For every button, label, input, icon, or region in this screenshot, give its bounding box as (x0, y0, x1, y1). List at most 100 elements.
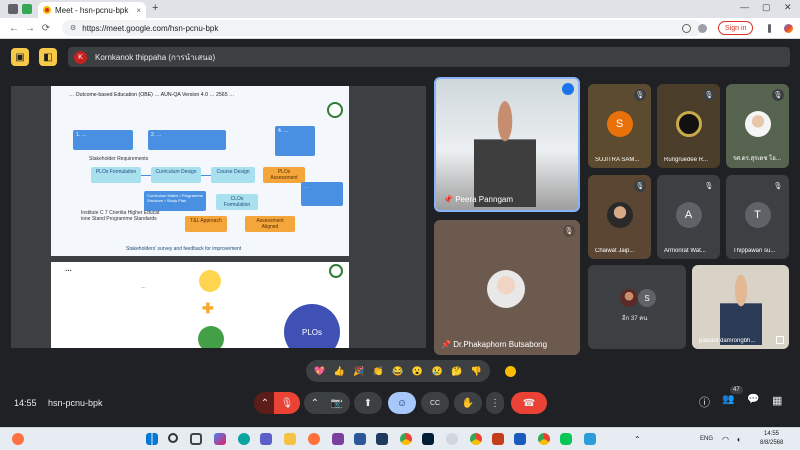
copilot-icon[interactable] (214, 433, 226, 445)
participant-tile[interactable]: pawarit damrongbh... (692, 265, 789, 349)
reaction-party-icon[interactable]: 🎉 (353, 366, 364, 377)
task-view-icon[interactable] (190, 433, 202, 445)
captions-button[interactable]: CC (421, 392, 449, 414)
reaction-laugh-icon[interactable]: 😂 (392, 366, 403, 377)
clock-date[interactable]: 8/8/2568 (760, 440, 783, 446)
app-icon[interactable] (584, 433, 596, 445)
reaction-surprised-icon[interactable]: 😮 (412, 366, 423, 377)
back-button[interactable]: ← (6, 23, 22, 34)
reaction-sad-icon[interactable]: 😢 (431, 366, 442, 377)
chevron-up-icon: ⌃ (310, 397, 320, 409)
participant-avatar: A (675, 202, 702, 228)
photoshop-icon[interactable] (422, 433, 434, 445)
reaction-thinking-icon[interactable]: 🤔 (451, 366, 462, 377)
flow-arrow (201, 175, 211, 176)
volume-icon[interactable]: ◖ (736, 435, 741, 444)
reaction-skin-tone-button[interactable] (505, 366, 516, 377)
edge-icon[interactable] (238, 433, 250, 445)
participant-avatar: T (744, 202, 771, 228)
present-screen-button[interactable]: ⬆ (354, 392, 382, 414)
participant-menu-icon[interactable] (776, 336, 784, 344)
participant-tile[interactable]: A 🎙 Armonrat Wat... (657, 175, 720, 259)
url-input[interactable]: ⚙ https://meet.google.com/hsn-pcnu-bpk (62, 20, 702, 36)
audio-options-button[interactable]: ⌃ (254, 392, 276, 414)
window-maximize-button[interactable]: ▢ (762, 2, 771, 13)
new-tab-button[interactable]: + (152, 2, 158, 14)
participant-avatar (744, 111, 771, 137)
extension-icon[interactable] (22, 4, 32, 14)
meet-favicon-icon (43, 6, 51, 14)
more-options-button[interactable]: ⋮ (486, 392, 504, 414)
meeting-info-icon[interactable]: ⓘ (699, 394, 710, 410)
chrome-icon[interactable] (400, 433, 412, 445)
participant-tile[interactable]: 🎙 รศ.ดร.สุรเดช โอ... (726, 84, 789, 168)
assessment-aligned-box: Assessment Aligned (245, 216, 295, 232)
line-icon[interactable] (560, 433, 572, 445)
camera-toggle-button[interactable]: 📷 (324, 392, 350, 414)
more-participants-tile[interactable]: S อีก 37 คน (588, 265, 686, 349)
layout-icon: ◧ (43, 51, 53, 63)
people-icon[interactable]: 👥 (722, 394, 734, 405)
wifi-icon[interactable]: ◠ (722, 435, 729, 444)
speaker-name: 📌 Peera Panngam (443, 195, 513, 204)
clock-time[interactable]: 14:55 (764, 431, 779, 437)
reaction-thumbs-up-icon[interactable]: 👍 (334, 366, 345, 377)
participant-video (720, 275, 762, 345)
tab-close-icon[interactable]: × (136, 6, 141, 15)
plos-circle: PLOs (284, 304, 340, 348)
app-icon[interactable] (446, 433, 458, 445)
participant-tile[interactable]: S 🎙 SUJITRA SAM... (588, 84, 651, 168)
weather-icon[interactable] (12, 433, 24, 445)
hide-presentation-button[interactable]: ▣ (11, 48, 29, 66)
sign-in-button[interactable]: Sign in (718, 21, 754, 35)
slide-title: … Outcome-based Education (OBE) … AUN-QA… (69, 92, 235, 98)
activities-icon[interactable]: ▦ (772, 394, 782, 407)
more-participants-count: อีก 37 คน (622, 316, 648, 322)
search-icon[interactable] (168, 433, 178, 443)
bookmark-icon[interactable] (682, 24, 691, 33)
site-info-icon[interactable]: ⚙ (70, 24, 76, 32)
speaking-indicator-icon (562, 83, 574, 95)
windows-taskbar: ⌃ ENG ◠ ◖ 14:55 8/8/2568 (0, 427, 800, 450)
app-icon[interactable] (376, 433, 388, 445)
chat-icon[interactable]: 💬 (747, 394, 759, 405)
microphone-toggle-button[interactable]: 🎙 (274, 392, 300, 414)
extensions-icon[interactable] (698, 24, 707, 33)
language-indicator[interactable]: ENG (700, 436, 713, 442)
word-icon[interactable] (514, 433, 526, 445)
copilot-icon[interactable] (784, 24, 793, 33)
browser-tab[interactable]: Meet - hsn-pcnu-bpk × (38, 2, 146, 18)
powerpoint-icon[interactable] (492, 433, 504, 445)
chrome-icon[interactable] (538, 433, 550, 445)
tray-chevron-icon[interactable]: ⌃ (634, 435, 641, 444)
forward-button[interactable]: → (22, 23, 38, 34)
raise-hand-button[interactable]: ✋ (454, 392, 482, 414)
window-minimize-button[interactable]: — (740, 2, 749, 12)
window-close-button[interactable]: ✕ (784, 2, 792, 13)
participant-tile[interactable]: T 🎙 Thippawan su... (726, 175, 789, 259)
emoji-icon: ☺ (396, 397, 408, 409)
teams-icon[interactable] (260, 433, 272, 445)
speaker-tile-phakaphorn[interactable]: 🎙 📌 Dr.Phakaphorn Butsabong (434, 220, 580, 355)
reaction-clap-icon[interactable]: 👏 (373, 366, 384, 377)
reaction-heart-icon[interactable]: 💖 (314, 366, 325, 377)
app-icon[interactable] (332, 433, 344, 445)
file-explorer-icon[interactable] (284, 433, 296, 445)
app-icon[interactable] (354, 433, 366, 445)
participant-tile[interactable]: 🎙 Rungruedee R... (657, 84, 720, 168)
emoji-reactions-button[interactable]: ☺ (388, 392, 416, 414)
chrome-icon[interactable] (470, 433, 482, 445)
leave-call-button[interactable]: ☎ (511, 392, 547, 414)
speaker-tile-peera[interactable]: 📌 Peera Panngam (434, 77, 580, 212)
windows-start-icon[interactable] (146, 433, 158, 445)
mic-off-icon: 🎙 (280, 397, 294, 409)
firefox-icon[interactable] (308, 433, 320, 445)
browser-menu-icon[interactable] (768, 24, 771, 33)
reaction-thumbs-down-icon[interactable]: 👎 (471, 366, 482, 377)
tl-approach-box: T&L Approach (185, 216, 227, 232)
profile-icon[interactable] (8, 4, 18, 14)
presentation-layout-button[interactable]: ◧ (39, 48, 57, 66)
participant-tile[interactable]: 🎙 Chaiwat Jaip... (588, 175, 651, 259)
reload-button[interactable]: ⟳ (38, 23, 54, 34)
video-options-button[interactable]: ⌃ (304, 392, 326, 414)
